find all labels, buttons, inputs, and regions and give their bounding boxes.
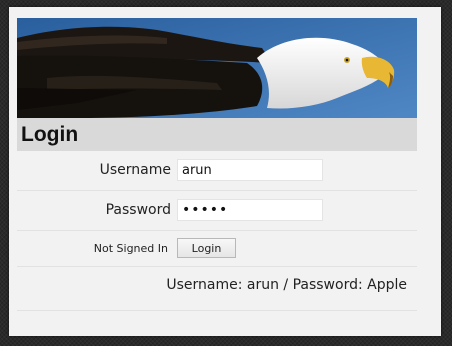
login-header: Login	[17, 118, 417, 151]
password-row: Password	[17, 191, 417, 231]
username-row: Username	[17, 151, 417, 191]
password-label: Password	[105, 202, 171, 218]
login-title: Login	[21, 123, 79, 146]
action-row: Not Signed In Login	[17, 231, 417, 267]
sign-in-status: Not Signed In	[93, 242, 168, 255]
eagle-banner-image	[17, 18, 417, 118]
password-input[interactable]	[177, 199, 323, 221]
username-label: Username	[99, 162, 171, 178]
username-input[interactable]	[177, 159, 323, 181]
login-button[interactable]: Login	[177, 238, 236, 258]
credentials-hint: Username: arun / Password: Apple	[166, 277, 407, 293]
hint-row: Username: arun / Password: Apple	[17, 267, 417, 311]
